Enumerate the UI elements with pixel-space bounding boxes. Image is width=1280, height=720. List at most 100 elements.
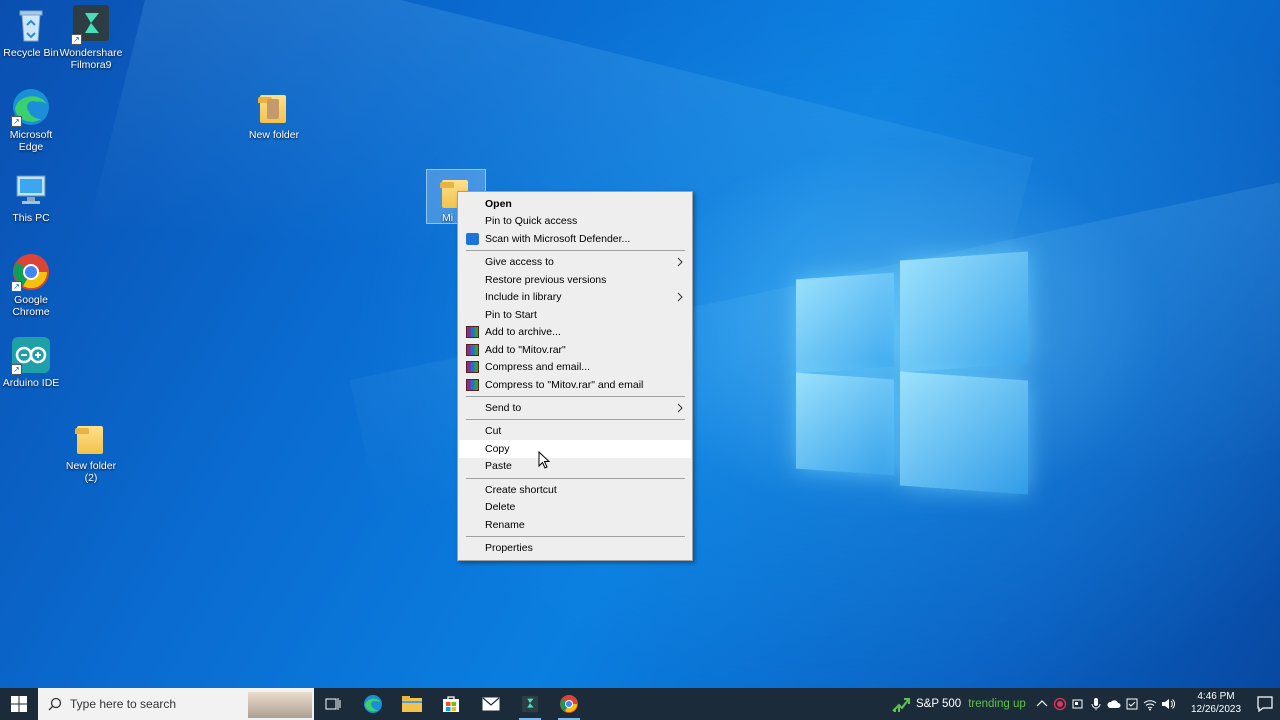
camera-icon[interactable] <box>1071 697 1085 711</box>
menu-item-paste[interactable]: Paste <box>459 457 691 475</box>
menu-item-give-access[interactable]: Give access to <box>459 253 691 271</box>
winrar-icon <box>466 344 479 356</box>
task-view-button[interactable] <box>314 688 352 720</box>
desktop-icon-label: New folder (2) <box>65 460 117 484</box>
shortcut-arrow-icon: ↗ <box>11 281 22 292</box>
menu-item-scan-defender[interactable]: Scan with Microsoft Defender... <box>459 230 691 248</box>
recycle-bin-icon <box>11 5 51 45</box>
menu-separator <box>466 396 685 397</box>
desktop-icon-this-pc[interactable]: This PC <box>0 170 62 224</box>
menu-item-label: Restore previous versions <box>485 274 607 286</box>
security-icon[interactable] <box>1125 697 1139 711</box>
search-highlight-image <box>248 692 312 718</box>
winrar-icon <box>466 379 479 391</box>
chevron-right-icon <box>677 257 683 267</box>
microphone-icon[interactable] <box>1089 697 1103 711</box>
menu-item-open[interactable]: Open <box>459 195 691 213</box>
stock-widget[interactable]: S&P 500 trending up <box>892 688 1026 720</box>
filmora-icon <box>521 695 539 713</box>
stock-name: S&P 500 <box>916 698 962 710</box>
desktop-icon-label: Mi <box>442 212 454 224</box>
record-icon[interactable] <box>1053 697 1067 711</box>
mouse-pointer-icon <box>538 451 550 469</box>
menu-item-label: Add to archive... <box>485 326 561 338</box>
menu-separator <box>466 419 685 420</box>
shortcut-arrow-icon: ↗ <box>71 34 82 45</box>
shortcut-arrow-icon: ↗ <box>11 364 22 375</box>
desktop-icon-recycle-bin[interactable]: Recycle Bin <box>0 5 62 59</box>
menu-item-copy[interactable]: Copy <box>459 440 691 458</box>
desktop-icon-new-folder[interactable]: New folder <box>243 87 305 141</box>
desktop-icon-new-folder-2[interactable]: New folder (2) <box>60 418 122 484</box>
menu-item-label: Properties <box>485 542 533 554</box>
menu-item-label: Include in library <box>485 291 562 303</box>
context-menu: Open Pin to Quick access Scan with Micro… <box>457 191 693 561</box>
menu-item-properties[interactable]: Properties <box>459 539 691 557</box>
menu-item-label: Copy <box>485 443 510 455</box>
menu-item-add-to-rar[interactable]: Add to "Mitov.rar" <box>459 341 691 359</box>
desktop-icon-label: Recycle Bin <box>3 47 59 59</box>
desktop-icon-edge[interactable]: ↗ Microsoft Edge <box>0 87 62 153</box>
menu-item-label: Pin to Quick access <box>485 215 578 227</box>
desktop-icon-chrome[interactable]: ↗ Google Chrome <box>0 252 62 318</box>
menu-item-add-archive[interactable]: Add to archive... <box>459 323 691 341</box>
taskbar-mail-button[interactable] <box>472 688 510 720</box>
winrar-icon <box>466 361 479 373</box>
desktop-icon-label: This PC <box>12 212 50 224</box>
menu-item-send-to[interactable]: Send to <box>459 399 691 417</box>
menu-item-pin-start[interactable]: Pin to Start <box>459 306 691 324</box>
desktop-icon-label: Microsoft Edge <box>9 129 53 153</box>
menu-item-compress-rar-email[interactable]: Compress to "Mitov.rar" and email <box>459 376 691 394</box>
menu-item-create-shortcut[interactable]: Create shortcut <box>459 481 691 499</box>
computer-icon <box>11 170 51 210</box>
notification-icon[interactable] <box>1256 695 1274 713</box>
search-icon <box>48 697 62 711</box>
taskbar-chrome-button[interactable] <box>550 688 588 720</box>
taskbar-edge-button[interactable] <box>354 688 392 720</box>
defender-icon <box>466 233 479 245</box>
filmora-icon: ↗ <box>71 5 111 45</box>
store-icon <box>443 696 459 712</box>
menu-item-label: Rename <box>485 519 525 531</box>
clock[interactable]: 4:46 PM 12/26/2023 <box>1188 690 1244 716</box>
network-icon[interactable] <box>1143 697 1157 711</box>
cloud-icon[interactable] <box>1107 697 1121 711</box>
mail-icon <box>482 697 500 711</box>
file-explorer-icon <box>402 696 422 712</box>
edge-icon: ↗ <box>11 87 51 127</box>
menu-item-delete[interactable]: Delete <box>459 498 691 516</box>
menu-item-restore-versions[interactable]: Restore previous versions <box>459 271 691 289</box>
desktop-icon-label: Arduino IDE <box>2 377 60 389</box>
taskbar-filmora-button[interactable] <box>511 688 549 720</box>
menu-item-rename[interactable]: Rename <box>459 516 691 534</box>
menu-separator <box>466 536 685 537</box>
menu-item-label: Paste <box>485 460 512 472</box>
trend-up-icon <box>892 698 910 712</box>
menu-item-compress-email[interactable]: Compress and email... <box>459 358 691 376</box>
menu-separator <box>466 250 685 251</box>
system-tray <box>1035 688 1175 720</box>
taskbar-search-box[interactable]: Type here to search <box>38 688 314 720</box>
volume-icon[interactable] <box>1161 697 1175 711</box>
folder-icon <box>254 87 294 127</box>
chrome-icon <box>560 695 578 713</box>
chevron-right-icon <box>677 403 683 413</box>
task-view-icon <box>325 698 341 710</box>
desktop-icon-arduino[interactable]: ↗ Arduino IDE <box>0 335 62 389</box>
menu-item-pin-quick-access[interactable]: Pin to Quick access <box>459 212 691 230</box>
clock-date: 12/26/2023 <box>1190 704 1242 715</box>
shortcut-arrow-icon: ↗ <box>11 116 22 127</box>
desktop-icon-filmora[interactable]: ↗ Wondershare Filmora9 <box>60 5 122 71</box>
chevron-up-icon[interactable] <box>1035 697 1049 711</box>
menu-item-cut[interactable]: Cut <box>459 422 691 440</box>
menu-item-label: Open <box>485 198 512 210</box>
folder-icon <box>71 418 111 458</box>
taskbar-file-explorer-button[interactable] <box>393 688 431 720</box>
menu-item-label: Compress and email... <box>485 361 591 373</box>
stock-trend: trending up <box>968 698 1026 710</box>
taskbar-store-button[interactable] <box>432 688 470 720</box>
arduino-icon: ↗ <box>11 335 51 375</box>
desktop-icon-label: Wondershare Filmora9 <box>59 47 123 71</box>
start-button[interactable] <box>0 688 38 720</box>
menu-item-include-library[interactable]: Include in library <box>459 288 691 306</box>
